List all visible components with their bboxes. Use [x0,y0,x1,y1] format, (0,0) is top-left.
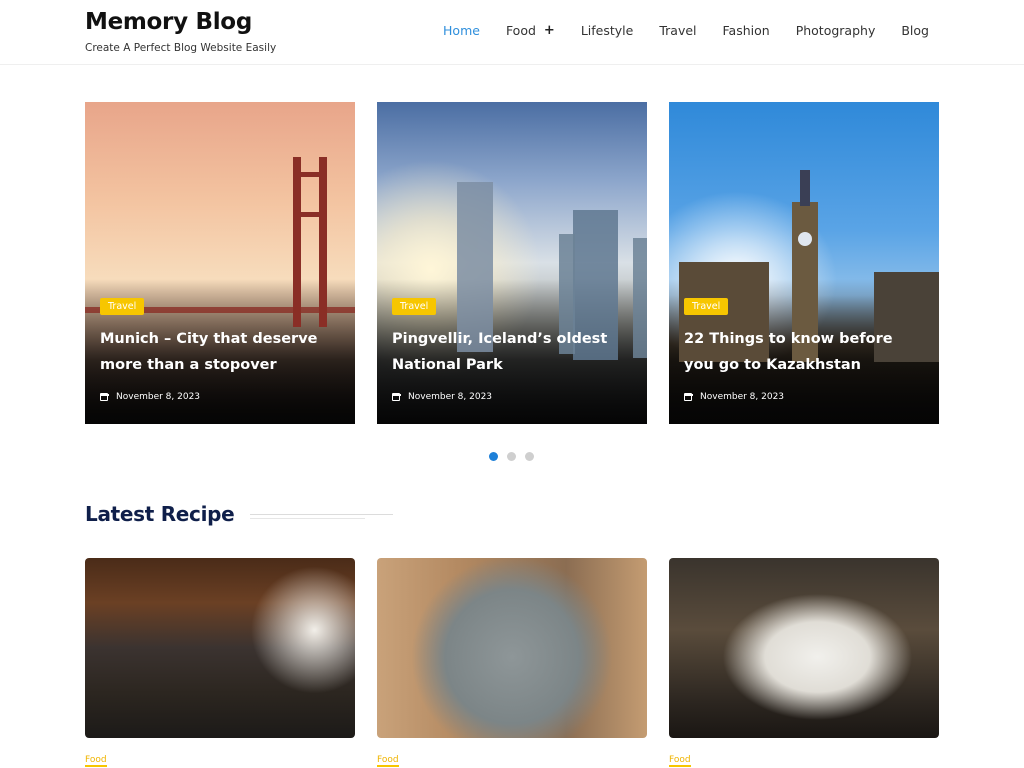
nav-item-home[interactable]: Home [443,23,480,38]
main-nav: Home Food + Lifestyle Travel Fashion Phot… [417,23,929,38]
category-badge[interactable]: Travel [100,298,145,315]
date-text: November 8, 2023 [700,392,785,402]
site-header: Memory Blog Create A Perfect Blog Websit… [0,0,1024,65]
nav-label: Lifestyle [580,23,634,38]
category-badge[interactable]: Travel [684,298,729,315]
nav-item-travel[interactable]: Travel [659,23,696,38]
slide-date: November 8, 2023 [683,392,785,402]
skyscraper-shape [633,238,647,358]
nav-label: Blog [901,23,929,38]
nav-item-fashion[interactable]: Fashion [723,23,770,38]
nav-label: Travel [659,23,697,38]
plus-icon[interactable]: + [544,23,555,38]
slide-card[interactable]: Travel Munich – City that deserve more t… [85,102,355,424]
nav-item-lifestyle[interactable]: Lifestyle [581,23,634,38]
category-badge[interactable]: Travel [392,298,437,315]
nav-item-photography[interactable]: Photography [796,23,876,38]
clock-tower-spire-shape [800,170,810,206]
nav-item-blog[interactable]: Blog [901,23,929,38]
slide-date: November 8, 2023 [99,392,201,402]
featured-slider: Travel Munich – City that deserve more t… [85,102,940,424]
slide-date: November 8, 2023 [391,392,493,402]
slide-card[interactable]: Travel 22 Things to know before you go t… [669,102,939,424]
pagination-dot[interactable] [525,452,534,461]
date-text: November 8, 2023 [408,392,493,402]
pagination-dot[interactable] [489,452,498,461]
slider-pagination [489,452,534,461]
recipe-image[interactable] [85,558,355,738]
calendar-icon [99,393,109,401]
bridge-beam-shape [293,212,327,217]
nav-label: Fashion [722,23,770,38]
recipe-category-link[interactable]: Food [669,755,691,767]
recipe-image[interactable] [669,558,939,738]
recipe-category-link[interactable]: Food [85,755,107,767]
site-title[interactable]: Memory Blog [85,9,252,35]
bridge-beam-shape [293,172,327,177]
bridge-tower-shape [293,157,301,327]
calendar-icon [391,393,401,401]
nav-item-food[interactable]: Food + [506,23,555,38]
pagination-dot[interactable] [507,452,516,461]
section-divider [250,518,365,519]
slide-title[interactable]: Pingvellir, Iceland’s oldest National Pa… [392,326,632,378]
date-text: November 8, 2023 [116,392,201,402]
recipe-image[interactable] [377,558,647,738]
nav-label: Food [505,23,536,38]
slide-title[interactable]: Munich – City that deserve more than a s… [100,326,340,378]
nav-label: Photography [795,23,876,38]
clock-face-shape [798,232,812,246]
slide-card[interactable]: Travel Pingvellir, Iceland’s oldest Nati… [377,102,647,424]
section-title: Latest Recipe [85,502,235,526]
bridge-tower-shape [319,157,327,327]
nav-label: Home [443,23,480,38]
calendar-icon [683,393,693,401]
slide-title[interactable]: 22 Things to know before you go to Kazak… [684,326,924,378]
section-divider [250,514,393,515]
site-tagline: Create A Perfect Blog Website Easily [85,42,277,54]
recipe-category-link[interactable]: Food [377,755,399,767]
